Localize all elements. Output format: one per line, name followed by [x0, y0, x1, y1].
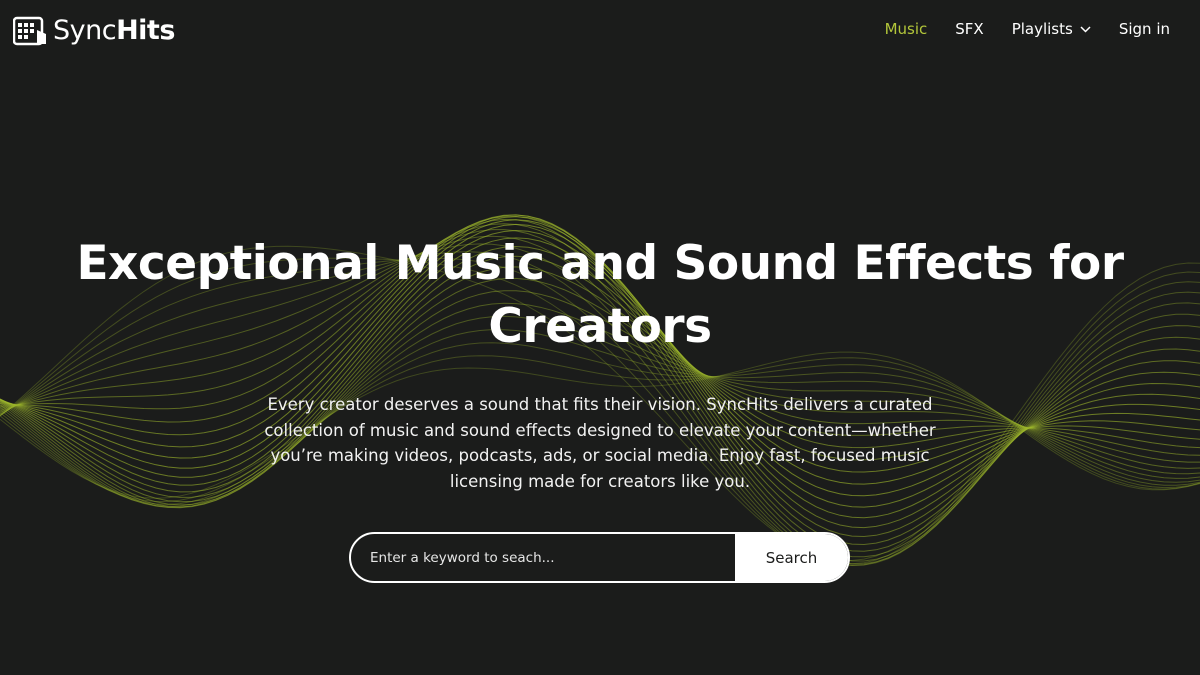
brand-name: SyncHits [53, 14, 175, 48]
nav-links: Music SFX Playlists Sign in [857, 20, 1170, 38]
brand-name-light: Sync [53, 15, 117, 46]
search-button[interactable]: Search [735, 534, 848, 581]
hero-title-line-1: Exceptional Music and Sound Effects for [76, 236, 1124, 291]
hero-title-line-2: Creators [488, 299, 712, 354]
nav-sign-in-link[interactable]: Sign in [1119, 20, 1170, 38]
synchits-logo-icon [13, 16, 46, 46]
hero-description-line-1: Every creator deserves a sound that fits… [267, 395, 933, 414]
search-input[interactable] [351, 534, 735, 581]
nav-sign-in-label: Sign in [1118, 20, 1170, 38]
hero-description: Every creator deserves a sound that fits… [250, 392, 950, 494]
nav-music-label: Music [884, 20, 928, 38]
nav-sfx-link[interactable]: SFX [955, 20, 983, 38]
nav-playlists-label: Playlists [1011, 20, 1073, 38]
hero-description-line-2: collection of music and sound effects de… [264, 420, 936, 440]
hero-description-line-3: you’re making videos, podcasts, ads, or … [270, 446, 930, 465]
search-bar: Search [349, 532, 850, 583]
top-navigation: SyncHits Music SFX Playlists Sign in [0, 0, 1200, 64]
nav-playlists-dropdown[interactable]: Playlists [1012, 20, 1091, 38]
hero-title: Exceptional Music and Sound Effects for … [0, 232, 1200, 358]
nav-music-link[interactable]: Music [885, 20, 928, 38]
logo[interactable]: SyncHits [13, 14, 175, 48]
brand-name-bold: Hits [116, 15, 175, 46]
nav-sfx-label: SFX [955, 20, 984, 38]
chevron-down-icon [1080, 25, 1091, 33]
hero-description-line-4: licensing made for creators like you. [449, 471, 751, 491]
